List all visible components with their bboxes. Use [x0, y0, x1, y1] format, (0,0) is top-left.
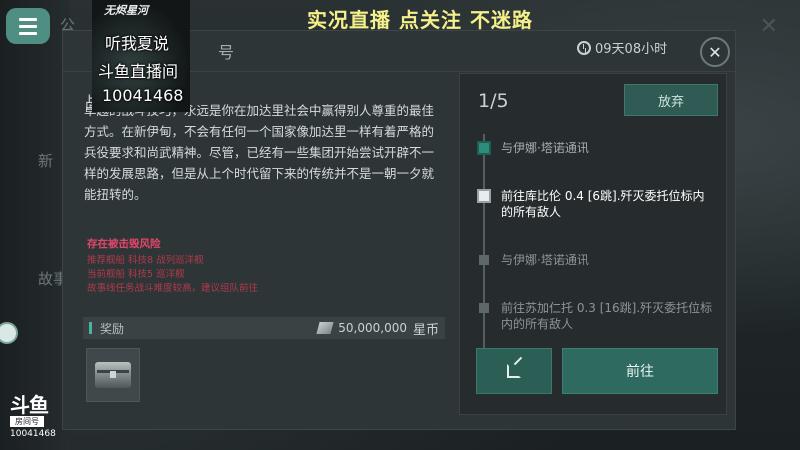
- douyu-room-label: 房间号: [10, 416, 44, 427]
- clock-icon: [577, 40, 591, 55]
- reward-item-slot[interactable]: [86, 348, 140, 402]
- go-button[interactable]: 前往: [562, 348, 718, 394]
- step-item: 与伊娜·塔诺通讯: [476, 140, 716, 156]
- stream-banner: 实况直播 点关注 不迷路: [307, 8, 533, 32]
- mission-description: 卓越的战斗技巧，永远是你在加达里社会中赢得别人尊重的最佳方式。在新伊甸，不会有任…: [84, 103, 435, 202]
- background-close-icon[interactable]: ✕: [760, 14, 778, 39]
- step-pending-icon: [479, 303, 489, 313]
- close-button[interactable]: ✕: [700, 37, 730, 67]
- difficulty-note: 故事线任务战斗难度较高，建议组队前往: [87, 283, 259, 294]
- stream-game-logo: 无烬星河: [104, 4, 148, 17]
- douyu-watermark: 斗鱼 房间号 10041468: [10, 395, 62, 439]
- menu-button[interactable]: [6, 8, 50, 44]
- step-text: 前往苏加仁托 0.3 [16跳].歼灭委托位标内的所有敌人: [501, 301, 713, 331]
- step-pending-icon: [479, 255, 489, 265]
- star-coin-icon: [316, 322, 334, 334]
- background-menu-text: 新: [38, 152, 54, 170]
- timer-text: 09天08小时: [595, 42, 668, 57]
- step-progress: 1/5: [478, 90, 509, 112]
- step-text: 与伊娜·塔诺通讯: [501, 253, 589, 267]
- douyu-room-number: 10041468: [10, 429, 56, 439]
- stream-room-number: 10041468: [102, 86, 184, 105]
- step-done-icon: [479, 143, 489, 153]
- hamburger-icon: [19, 16, 37, 37]
- douyu-logo: 斗鱼: [10, 393, 49, 417]
- step-active-icon: [479, 191, 489, 201]
- mission-steps-panel: 1/5 放弃 与伊娜·塔诺通讯 前往库比伦 0.4 [6跳].歼灭委托位标内的所…: [459, 73, 727, 415]
- reward-unit: 星币: [412, 322, 439, 338]
- stream-platform: 斗鱼直播间: [98, 62, 179, 81]
- mission-title: 号: [218, 43, 235, 62]
- current-ship: 当前舰船 科技5 巡洋舰: [87, 269, 185, 280]
- risk-warning-title: 存在被击毁风险: [87, 238, 161, 250]
- chest-icon: [95, 362, 131, 388]
- step-item: 与伊娜·塔诺通讯: [476, 252, 716, 268]
- recommended-ship: 推荐舰船 科技8 战列巡洋舰: [87, 255, 204, 266]
- reward-amount: 50,000,000 星币: [316, 319, 439, 338]
- background-left-panel: [0, 0, 70, 450]
- share-icon: [507, 364, 521, 378]
- share-button[interactable]: [476, 348, 552, 394]
- step-item-active: 前往库比伦 0.4 [6跳].歼灭委托位标内的所有敌人: [476, 188, 716, 220]
- reward-value: 50,000,000: [338, 321, 407, 335]
- step-item: 前往苏加仁托 0.3 [16跳].歼灭委托位标内的所有敌人: [476, 300, 716, 332]
- mission-timer: 09天08小时: [577, 38, 667, 57]
- streamer-name: 听我夏说: [105, 34, 170, 53]
- abandon-button[interactable]: 放弃: [624, 84, 718, 116]
- reward-label: 奖励: [100, 321, 125, 336]
- reward-bar: 奖励 50,000,000 星币: [83, 317, 445, 339]
- step-text: 前往库比伦 0.4 [6跳].歼灭委托位标内的所有敌人: [501, 189, 705, 219]
- step-text: 与伊娜·塔诺通讯: [501, 141, 589, 155]
- reward-marker: [89, 322, 92, 334]
